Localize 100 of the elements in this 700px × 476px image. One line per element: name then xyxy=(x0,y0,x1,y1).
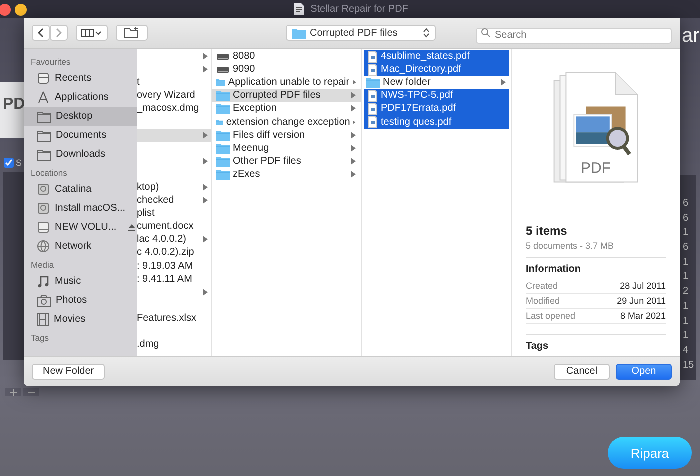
pdf-file-icon xyxy=(368,64,378,76)
file-type-label: PDF xyxy=(581,160,611,180)
minimize-window-button[interactable] xyxy=(15,4,27,16)
folder-icon xyxy=(216,130,230,141)
sidebar-item[interactable]: Recents xyxy=(24,69,137,88)
file-browser-row[interactable]: NWS-TPC-5.pdf xyxy=(364,89,509,102)
table-cell-text: 1 xyxy=(682,226,690,240)
file-browser-row[interactable]: checked xyxy=(137,194,211,208)
sidebar-heading: Locations xyxy=(30,167,68,180)
remove-button[interactable] xyxy=(23,388,39,396)
folder-icon xyxy=(37,110,51,122)
info-value: 29 Jun 2011 xyxy=(617,296,666,306)
info-value: 28 Jul 2011 xyxy=(620,281,666,291)
sidebar-item[interactable]: Network xyxy=(24,237,137,256)
file-browser-row[interactable]: Mac_Directory.pdf xyxy=(364,63,509,76)
file-browser-row[interactable]: t xyxy=(137,76,211,90)
table-cell-text: 1 xyxy=(682,329,690,344)
sidebar-item[interactable]: Install macOS... xyxy=(24,199,137,218)
table-cell-text: 6 xyxy=(682,241,690,256)
file-browser-row[interactable]: Other PDF files xyxy=(212,154,361,168)
info-value: 8 Mar 2021 xyxy=(620,311,666,321)
add-button[interactable] xyxy=(5,388,21,396)
recents-icon xyxy=(37,72,50,85)
file-browser-row[interactable]: c 4.0.0.2).zip xyxy=(137,246,211,260)
selection-size: 5 documents - 3.7 MB xyxy=(526,238,666,258)
info-label: Modified xyxy=(526,296,560,306)
file-browser-row[interactable]: PDF17Errata.pdf xyxy=(364,102,509,116)
up-down-chevron-icon xyxy=(423,28,430,38)
sidebar-item[interactable]: NEW VOLU... xyxy=(24,218,137,237)
sidebar-item[interactable]: Applications xyxy=(24,88,137,107)
info-label: Last opened xyxy=(526,311,576,321)
file-browser-row[interactable]: ktop) xyxy=(137,180,211,194)
table-cell-text: 6 xyxy=(682,197,690,211)
folder-icon xyxy=(37,148,51,160)
applications-icon xyxy=(37,91,50,104)
file-browser-row[interactable]: plist xyxy=(137,207,211,220)
eject-icon[interactable] xyxy=(128,224,136,232)
search-field[interactable]: Search xyxy=(476,28,672,44)
film-icon xyxy=(37,313,49,326)
pdf-file-icon xyxy=(368,90,378,102)
columns-view-icon xyxy=(81,28,103,38)
select-all-checkbox[interactable] xyxy=(4,158,14,168)
file-browser-row[interactable]: Meenug xyxy=(212,142,361,155)
new-folder-button[interactable] xyxy=(116,25,148,41)
sidebar-item[interactable]: Movies xyxy=(24,310,137,329)
drive-icon xyxy=(216,51,230,62)
drive-icon xyxy=(216,64,230,76)
view-mode-button[interactable] xyxy=(76,25,108,41)
file-browser-row[interactable]: : 9.41.11 AM xyxy=(137,272,211,286)
logo-background xyxy=(0,82,24,138)
open-button[interactable]: Open xyxy=(616,364,672,380)
sidebar-item[interactable]: Documents xyxy=(24,126,137,145)
file-browser-row[interactable]: Corrupted PDF files xyxy=(212,89,361,102)
folder-icon xyxy=(216,142,230,154)
new-folder-button[interactable]: New Folder xyxy=(32,364,106,380)
back-button[interactable] xyxy=(32,25,50,41)
drive-icon xyxy=(37,221,50,234)
chevron-left-icon xyxy=(37,28,45,38)
cancel-button[interactable]: Cancel xyxy=(554,364,610,380)
file-browser-row[interactable]: _macosx.dmg xyxy=(137,102,211,116)
music-note-icon xyxy=(37,275,50,288)
file-browser-row[interactable]: 8080 xyxy=(212,50,361,64)
file-browser-row[interactable]: lac 4.0.0.2) xyxy=(137,233,211,246)
file-browser-row[interactable]: 9090 xyxy=(212,63,361,76)
file-browser-row[interactable]: overy Wizard xyxy=(137,89,211,102)
file-browser-row[interactable]: .dmg xyxy=(137,338,211,352)
sidebar-item[interactable]: Music xyxy=(24,272,137,291)
file-browser-row[interactable]: : 9.19.03 AM xyxy=(137,260,211,273)
folder-icon xyxy=(216,103,230,114)
file-browser-row[interactable]: testing ques.pdf xyxy=(364,115,509,129)
document-icon xyxy=(292,2,306,16)
file-browser-row[interactable]: New folder xyxy=(362,76,511,90)
file-browser-row[interactable]: Exception xyxy=(212,102,361,116)
plus-icon xyxy=(10,388,16,396)
file-browser-row[interactable]: Application unable to repair xyxy=(212,76,361,90)
location-dropdown[interactable]: Corrupted PDF files xyxy=(286,25,436,41)
table-cell-text: 1 xyxy=(682,270,690,284)
pdf-file-icon xyxy=(368,102,378,115)
table-cell-text: 1 xyxy=(682,256,690,270)
file-browser-row[interactable]: cument.docx xyxy=(137,220,211,234)
app-heading: ar xyxy=(682,25,700,48)
sidebar-item[interactable]: Downloads xyxy=(24,145,137,164)
file-browser-row[interactable]: Files diff version xyxy=(212,128,361,142)
sidebar-heading: Favourites xyxy=(30,56,72,69)
sidebar-heading: Media xyxy=(30,259,56,272)
disclosure-arrow-icon xyxy=(501,79,506,86)
new-folder-icon xyxy=(124,27,140,39)
disclosure-arrow-icon xyxy=(203,158,208,165)
file-browser-row[interactable]: zExes xyxy=(212,168,361,181)
sidebar-item[interactable]: Desktop xyxy=(24,107,137,126)
network-icon xyxy=(37,240,50,253)
table-cell-text: 4 xyxy=(682,344,690,358)
file-browser-row[interactable]: Features.xlsx xyxy=(137,312,211,325)
pdf-file-icon xyxy=(368,50,378,63)
folder-icon xyxy=(366,77,380,88)
sidebar-item[interactable]: Catalina xyxy=(24,180,137,199)
file-browser-row[interactable]: 4sublime_states.pdf xyxy=(364,50,509,64)
close-window-button[interactable] xyxy=(0,4,11,16)
file-browser-row[interactable]: extension change exception xyxy=(212,115,361,129)
sidebar-item[interactable]: Photos xyxy=(24,291,137,310)
